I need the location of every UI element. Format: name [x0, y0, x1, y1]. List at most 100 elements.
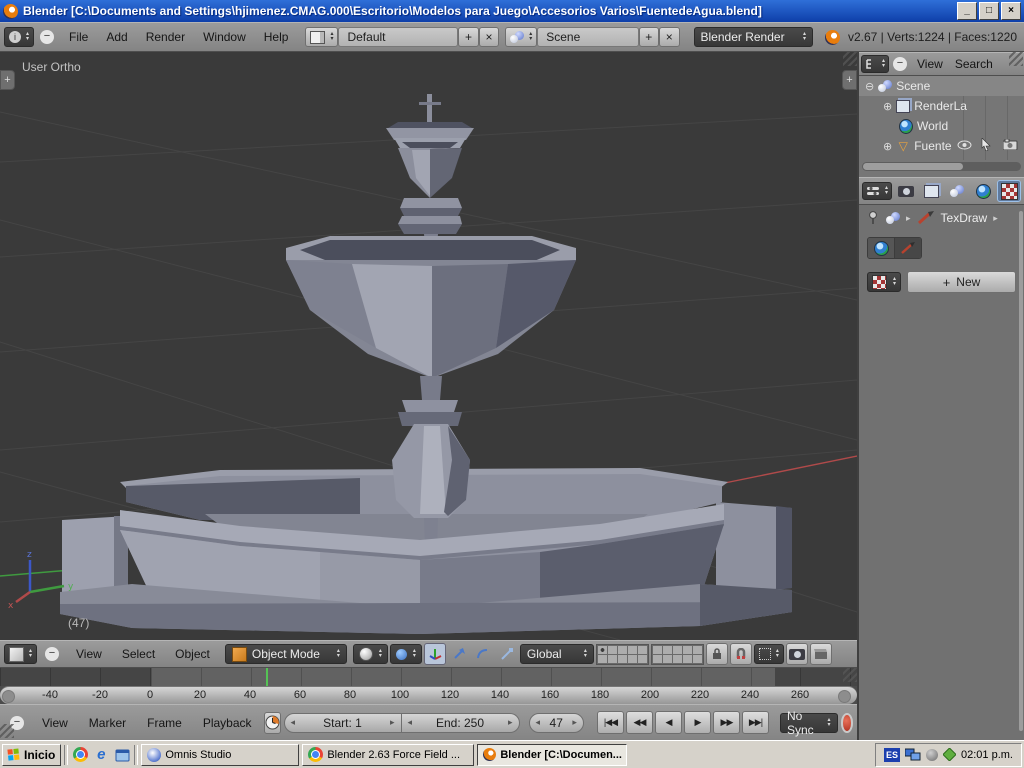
decrement-icon[interactable]: ◂ — [291, 717, 296, 728]
add-layout-button[interactable]: + — [458, 27, 479, 47]
brush-textures-toggle[interactable] — [894, 238, 921, 258]
lock-to-scene-button[interactable] — [705, 643, 728, 665]
timeline-playhead[interactable] — [266, 668, 268, 686]
collapse-menus-icon[interactable]: − — [45, 647, 60, 661]
timeline-track[interactable] — [0, 668, 857, 686]
tab-texture[interactable] — [997, 180, 1022, 202]
add-scene-button[interactable]: + — [638, 27, 660, 47]
auto-keyframe-record-button[interactable] — [840, 712, 854, 733]
play-reverse-button[interactable]: ◀ — [654, 711, 682, 734]
properties-scrollbar[interactable] — [1019, 211, 1023, 731]
render-engine-select[interactable]: Blender Render ▴ ▾ — [693, 27, 813, 47]
pin-icon[interactable] — [867, 211, 880, 225]
data-source-icon[interactable] — [886, 211, 900, 225]
play-button[interactable]: ▶ — [683, 711, 711, 734]
layer-grid-left[interactable] — [595, 643, 649, 665]
menu-select[interactable]: Select — [113, 647, 164, 661]
network-icon[interactable] — [905, 748, 921, 761]
menu-view[interactable]: View — [67, 647, 111, 661]
jump-to-end-button[interactable]: ▶▶| — [741, 711, 769, 734]
start-button[interactable]: Inicio — [2, 743, 62, 766]
area-corner-widget[interactable] — [0, 724, 14, 738]
area-corner-widget[interactable] — [843, 52, 857, 66]
editor-type-button[interactable]: ▴ ▾ — [4, 644, 38, 664]
minimize-button[interactable]: _ — [957, 2, 977, 20]
editor-type-button[interactable]: ▴ ▾ — [862, 182, 893, 200]
task-blender-active[interactable]: Blender [C:\Documen... — [477, 743, 628, 766]
tab-scene[interactable] — [946, 180, 970, 202]
tool-shelf-tab[interactable]: + — [0, 70, 15, 90]
outliner-item-scene[interactable]: ⊖ Scene — [859, 76, 1024, 96]
end-frame-field[interactable]: ◂ End: 250 ▸ — [401, 712, 520, 733]
maximize-button[interactable]: □ — [979, 2, 999, 20]
quick-launch-chrome-icon[interactable] — [71, 746, 89, 764]
outliner-item-world[interactable]: World — [859, 116, 1024, 136]
texture-name-label[interactable]: TexDraw — [941, 211, 988, 225]
new-texture-button[interactable]: + New — [907, 271, 1016, 293]
screen-layout-name-field[interactable]: Default — [338, 27, 459, 47]
jump-to-start-button[interactable]: |◀◀ — [596, 711, 624, 734]
outliner-scrollbar[interactable] — [862, 162, 1021, 171]
menu-frame[interactable]: Frame — [138, 716, 191, 730]
transform-orientation-select[interactable]: Global ▴ ▾ — [519, 644, 594, 664]
scale-manipulator-button[interactable] — [496, 643, 518, 665]
menu-file[interactable]: File — [60, 30, 97, 44]
screen-layout-browse-button[interactable]: ▴ ▾ — [305, 27, 339, 47]
next-keyframe-button[interactable]: ▶▶ — [712, 711, 740, 734]
texture-browse-button[interactable]: ▴ ▾ — [867, 272, 902, 292]
current-frame-field[interactable]: ◂ 47 ▸ — [528, 712, 584, 733]
editor-type-button[interactable]: ▴ ▾ — [861, 55, 890, 73]
collapse-menus-icon[interactable]: − — [893, 57, 908, 71]
quick-launch-window-icon[interactable] — [113, 746, 131, 764]
scene-browse-button[interactable]: ▴ ▾ — [505, 27, 538, 47]
close-button[interactable]: × — [1001, 2, 1021, 20]
translate-manipulator-button[interactable] — [448, 643, 470, 665]
expand-icon[interactable]: ⊕ — [883, 140, 892, 153]
delete-scene-button[interactable]: × — [659, 27, 680, 47]
selectable-cursor-icon[interactable] — [981, 137, 992, 154]
scrollbar-cap-right[interactable] — [838, 690, 851, 703]
area-corner-widget[interactable] — [843, 668, 857, 682]
viewport-shading-select[interactable]: ▴ ▾ — [352, 644, 388, 664]
menu-render[interactable]: Render — [137, 30, 194, 44]
increment-icon[interactable]: ▸ — [508, 717, 513, 728]
scene-name-field[interactable]: Scene — [537, 27, 639, 47]
expand-icon[interactable]: ⊕ — [883, 100, 892, 113]
opengl-render-anim-button[interactable] — [809, 643, 832, 665]
rotate-manipulator-button[interactable] — [472, 643, 494, 665]
menu-marker[interactable]: Marker — [80, 716, 135, 730]
collapse-menus-icon[interactable]: − — [40, 30, 55, 44]
menu-window[interactable]: Window — [194, 30, 255, 44]
manipulator-toggle-button[interactable] — [423, 643, 446, 665]
decrement-icon[interactable]: ◂ — [536, 717, 541, 728]
tray-update-icon[interactable] — [943, 748, 957, 761]
language-indicator[interactable]: ES — [884, 747, 901, 762]
opengl-render-image-button[interactable] — [785, 643, 808, 665]
menu-playback[interactable]: Playback — [194, 716, 261, 730]
start-frame-field[interactable]: ◂ Start: 1 ▸ — [283, 712, 402, 733]
collapse-icon[interactable]: ⊖ — [865, 80, 874, 93]
scrollbar-cap-left[interactable] — [2, 690, 15, 703]
increment-icon[interactable]: ▸ — [390, 717, 395, 728]
3d-viewport[interactable]: z y x User Ortho (47) + + — [0, 52, 857, 640]
tray-volume-icon[interactable] — [926, 748, 939, 761]
pivot-point-select[interactable]: ▴ ▾ — [389, 644, 422, 664]
renderable-camera-icon[interactable] — [1002, 138, 1018, 153]
task-blender-force-field[interactable]: Blender 2.63 Force Field ... — [302, 743, 475, 766]
world-textures-toggle[interactable] — [868, 238, 894, 258]
menu-search[interactable]: Search — [949, 57, 999, 71]
delete-layout-button[interactable]: × — [478, 27, 500, 47]
use-preview-range-button[interactable] — [263, 711, 281, 734]
tab-render-layers[interactable] — [920, 180, 944, 202]
tab-world[interactable] — [971, 180, 995, 202]
properties-shelf-tab[interactable]: + — [842, 70, 857, 90]
task-omnis-studio[interactable]: Omnis Studio — [141, 743, 300, 766]
layer-grid-right[interactable] — [650, 643, 704, 665]
editor-type-button[interactable]: i ▴ ▾ — [4, 27, 35, 47]
timeline-ruler[interactable]: -40 -20 0 20 40 60 80 100 120 140 160 18… — [0, 686, 857, 704]
mode-select[interactable]: Object Mode ▴ ▾ — [224, 644, 347, 664]
menu-help[interactable]: Help — [255, 30, 298, 44]
increment-icon[interactable]: ▸ — [572, 717, 577, 728]
menu-view[interactable]: View — [911, 57, 949, 71]
tab-render[interactable] — [894, 180, 918, 202]
